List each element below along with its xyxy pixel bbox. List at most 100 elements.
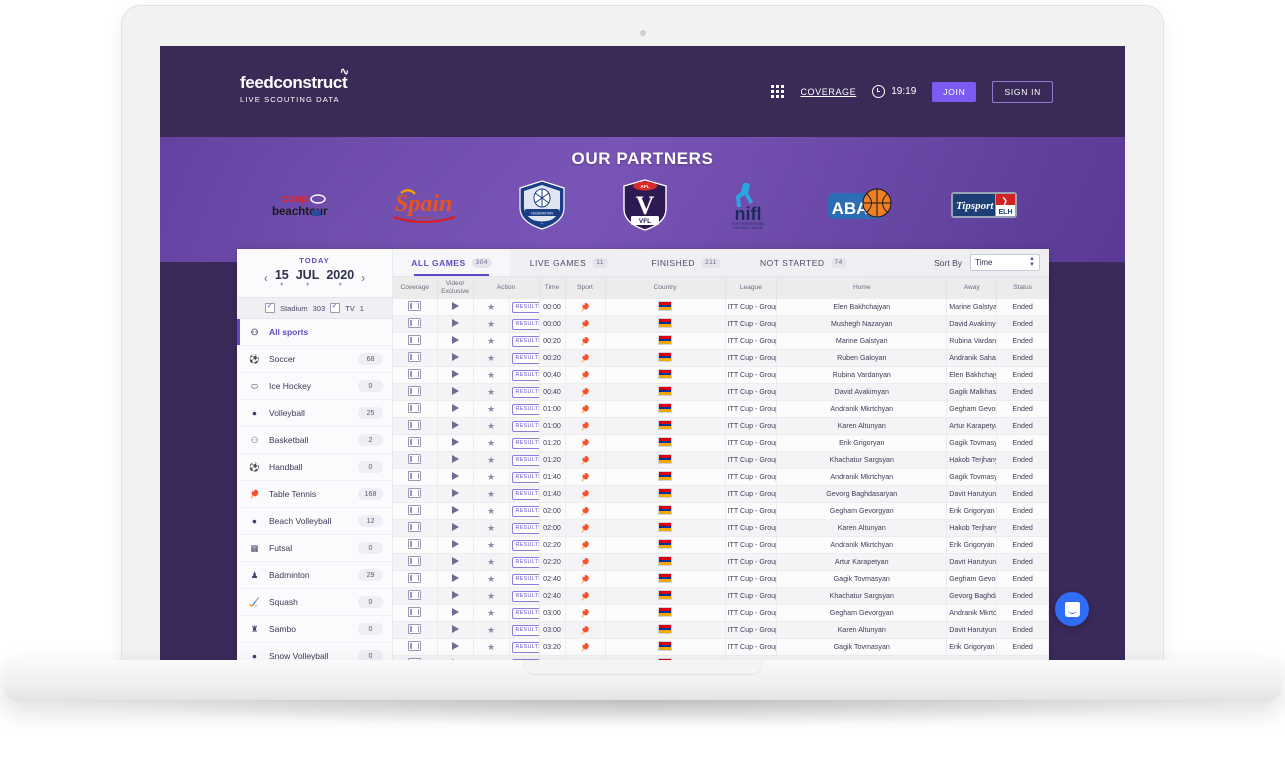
cell-action[interactable]: ★	[473, 638, 510, 656]
sidebar-item-basketball[interactable]: ⚇ Basketball 2	[237, 427, 392, 454]
cell-coverage[interactable]	[393, 604, 438, 622]
table-row[interactable]: ★ RESULTS01:40 🏓 ITT Cup - Group CAndranik …	[393, 468, 1049, 486]
sidebar-item-volleyball[interactable]: ● Volleyball 25	[237, 400, 392, 427]
star-icon[interactable]: ★	[487, 540, 495, 550]
film-strip-icon[interactable]	[408, 420, 422, 430]
table-row[interactable]: ★ RESULTS01:40 🏓 ITT Cup - Group DGevorg Ba…	[393, 485, 1049, 503]
handball-federation-logo[interactable]: FEDERATION	[518, 179, 566, 231]
sidebar-item-futsal[interactable]: ▦ Futsal 0	[237, 535, 392, 562]
tab-not-started[interactable]: NOT STARTED 74	[745, 249, 862, 276]
cell-coverage[interactable]	[393, 621, 438, 639]
table-row[interactable]: ★ RESULTS00:40 🏓 ITT Cup - Group BDavid Ava…	[393, 383, 1049, 401]
cell-action-results[interactable]: RESULTS	[509, 638, 540, 656]
star-icon[interactable]: ★	[487, 625, 495, 635]
play-icon[interactable]	[451, 455, 459, 463]
sidebar-item-all-sports[interactable]: ⚇ All sports	[237, 319, 392, 346]
apps-grid-icon[interactable]	[771, 85, 785, 98]
cell-coverage[interactable]	[393, 485, 438, 503]
chat-widget-button[interactable]	[1055, 592, 1089, 626]
cell-coverage[interactable]	[393, 315, 438, 333]
table-row[interactable]: ★ RESULTS02:40 🏓 ITT Cup - Group CGagik Tov…	[393, 570, 1049, 588]
cell-coverage[interactable]	[393, 434, 438, 452]
table-row[interactable]: ★ RESULTS00:00 🏓 ITT Cup - Group BMushegh N…	[393, 315, 1049, 333]
play-icon[interactable]	[451, 353, 459, 361]
film-strip-icon[interactable]	[408, 369, 422, 379]
cell-action-results[interactable]: RESULTS	[509, 536, 540, 554]
tab-finished[interactable]: FINISHED 211	[628, 249, 745, 276]
play-icon[interactable]	[451, 438, 459, 446]
cell-video[interactable]	[437, 417, 474, 435]
sidebar-item-sambo[interactable]: ♜ Sambo 0	[237, 616, 392, 643]
film-strip-icon[interactable]	[408, 539, 422, 549]
film-strip-icon[interactable]	[408, 607, 422, 617]
cell-action[interactable]: ★	[473, 299, 510, 316]
cell-action[interactable]: ★	[473, 315, 510, 333]
cell-action-results[interactable]: RESULTS	[509, 451, 540, 469]
results-button[interactable]: RESULTS	[511, 488, 539, 500]
cell-coverage[interactable]	[393, 299, 438, 316]
sidebar-item-squash[interactable]: 🏑 Squash 0	[237, 589, 392, 616]
results-button[interactable]: RESULTS	[511, 301, 539, 313]
cell-action[interactable]: ★	[473, 519, 510, 537]
cell-video[interactable]	[437, 485, 474, 503]
results-button[interactable]: RESULTS	[511, 318, 539, 330]
star-icon[interactable]: ★	[487, 574, 495, 584]
play-icon[interactable]	[451, 302, 459, 310]
star-icon[interactable]: ★	[487, 523, 495, 533]
column-header-league[interactable]: League	[725, 277, 778, 299]
cell-action-results[interactable]: RESULTS	[509, 621, 540, 639]
star-icon[interactable]: ★	[487, 404, 495, 414]
results-button[interactable]: RESULTS	[511, 471, 539, 483]
play-icon[interactable]	[451, 557, 459, 565]
play-icon[interactable]	[451, 336, 459, 344]
cell-action[interactable]: ★	[473, 553, 510, 571]
cell-video[interactable]	[437, 519, 474, 537]
cell-coverage[interactable]	[393, 570, 438, 588]
cell-action[interactable]: ★	[473, 604, 510, 622]
results-button[interactable]: RESULTS	[511, 352, 539, 364]
column-header-country[interactable]: Country	[605, 277, 726, 299]
star-icon[interactable]: ★	[487, 370, 495, 380]
cell-action[interactable]: ★	[473, 502, 510, 520]
play-icon[interactable]	[451, 506, 459, 514]
results-button[interactable]: RESULTS	[511, 556, 539, 568]
column-header-action[interactable]: Action	[473, 277, 540, 299]
star-icon[interactable]: ★	[487, 642, 495, 652]
column-header-sport[interactable]: Sport	[565, 277, 606, 299]
cell-video[interactable]	[437, 299, 474, 316]
cell-action[interactable]: ★	[473, 366, 510, 384]
table-row[interactable]: ★ RESULTS01:20 🏓 ITT Cup - Group DKhachatur…	[393, 451, 1049, 469]
table-row[interactable]: ★ RESULTS02:20 🏓 ITT Cup - Group CAndranik …	[393, 536, 1049, 554]
table-row[interactable]: ★ RESULTS03:00 🏓 ITT Cup - Group CGegham Ge…	[393, 604, 1049, 622]
cell-action-results[interactable]: RESULTS	[509, 604, 540, 622]
cell-action[interactable]: ★	[473, 587, 510, 605]
film-strip-icon[interactable]	[408, 522, 422, 532]
cell-action-results[interactable]: RESULTS	[509, 553, 540, 571]
cell-action[interactable]: ★	[473, 383, 510, 401]
cell-action-results[interactable]: RESULTS	[509, 366, 540, 384]
cell-video[interactable]	[437, 638, 474, 656]
cell-action-results[interactable]: RESULTS	[509, 570, 540, 588]
star-icon[interactable]: ★	[487, 506, 495, 516]
star-icon[interactable]: ★	[487, 302, 495, 312]
results-button[interactable]: RESULTS	[511, 505, 539, 517]
cell-action[interactable]: ★	[473, 332, 510, 350]
tab-live-games[interactable]: LIVE GAMES 11	[510, 249, 627, 276]
play-icon[interactable]	[451, 642, 459, 650]
play-icon[interactable]	[451, 489, 459, 497]
results-button[interactable]: RESULTS	[511, 539, 539, 551]
tab-all-games[interactable]: ALL GAMES 304	[393, 249, 511, 276]
sidebar-item-badminton[interactable]: ♟ Badminton 29	[237, 562, 392, 589]
cell-coverage[interactable]	[393, 366, 438, 384]
play-icon[interactable]	[451, 540, 459, 548]
nav-link-coverage[interactable]: COVERAGE	[800, 87, 856, 97]
play-icon[interactable]	[451, 370, 459, 378]
cell-coverage[interactable]	[393, 519, 438, 537]
cell-video[interactable]	[437, 536, 474, 554]
join-button[interactable]: JOIN	[932, 81, 977, 102]
film-strip-icon[interactable]	[408, 386, 422, 396]
star-icon[interactable]: ★	[487, 608, 495, 618]
column-header-time[interactable]: Time	[539, 277, 566, 299]
results-button[interactable]: RESULTS	[511, 573, 539, 585]
table-row[interactable]: ★ RESULTS00:40 🏓 ITT Cup - Group A (Women)R…	[393, 366, 1049, 384]
